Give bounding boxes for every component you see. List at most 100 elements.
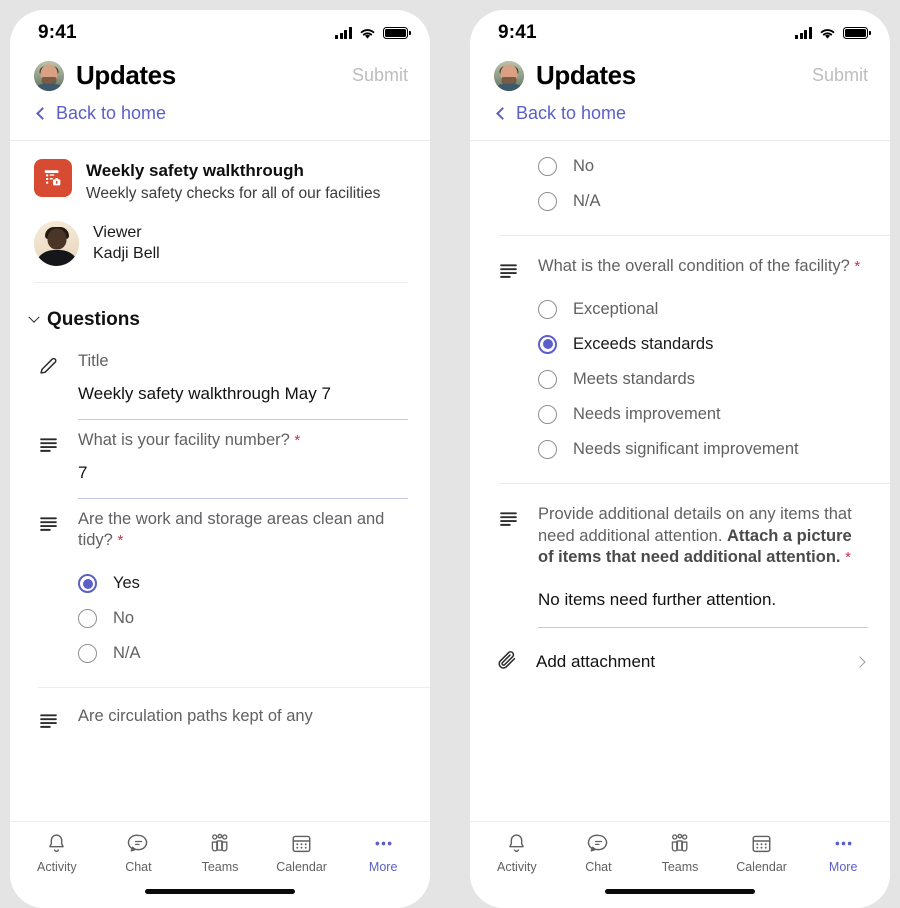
tab-calendar[interactable]: Calendar <box>261 831 343 874</box>
radio-option[interactable]: Exceptional <box>538 292 868 327</box>
radio-indicator[interactable] <box>538 299 557 319</box>
tab-more[interactable]: More <box>342 831 424 874</box>
radio-group[interactable]: Exceptional Exceeds standards Meets stan… <box>538 278 868 473</box>
radio-option[interactable]: Exceeds standards <box>538 327 868 362</box>
tab-activity[interactable]: Activity <box>476 831 558 874</box>
radio-option[interactable]: N/A <box>538 184 868 219</box>
teams-icon <box>207 831 232 855</box>
battery-icon <box>383 27 411 39</box>
radio-indicator[interactable] <box>78 644 97 664</box>
field-underline <box>78 418 408 420</box>
back-to-home-link[interactable]: Back to home <box>10 93 430 140</box>
forms-app-icon <box>34 159 72 197</box>
calendar-icon <box>750 831 773 855</box>
back-link-label: Back to home <box>56 103 167 123</box>
tab-calendar[interactable]: Calendar <box>721 831 803 874</box>
radio-option[interactable]: Meets standards <box>538 362 868 397</box>
question-answer[interactable]: 7 <box>78 452 408 498</box>
submit-button[interactable]: Submit <box>352 65 408 86</box>
user-avatar[interactable] <box>494 60 524 91</box>
tab-chat[interactable]: Chat <box>98 831 180 874</box>
radio-option[interactable]: N/A <box>78 636 408 671</box>
form-subtitle: Weekly safety checks for all of our faci… <box>86 185 381 203</box>
radio-option[interactable]: Needs significant improvement <box>538 432 868 467</box>
radio-option[interactable]: No <box>538 149 868 184</box>
bell-icon <box>505 831 528 855</box>
question-answer[interactable]: Weekly safety walkthrough May 7 <box>78 373 408 419</box>
text-lines-icon <box>38 706 62 736</box>
tab-label: Activity <box>497 860 537 874</box>
status-bar: 9:41 <box>10 10 430 56</box>
add-attachment-row[interactable]: Add attachment <box>470 628 890 696</box>
radio-indicator[interactable] <box>538 157 557 176</box>
phone-left: 9:41 Updates Submit Back to home Weekly … <box>10 10 430 908</box>
required-marker: * <box>845 549 851 567</box>
question-label: What is your facility number? * <box>78 430 408 452</box>
question-answer[interactable]: No items need further attention. <box>538 569 868 627</box>
radio-group[interactable]: Yes No N/A <box>78 552 408 677</box>
radio-indicator[interactable] <box>78 609 97 629</box>
radio-indicator[interactable] <box>538 334 557 354</box>
teams-icon <box>667 831 692 855</box>
questions-section-toggle[interactable]: Questions <box>10 291 430 341</box>
home-indicator-area <box>10 874 430 908</box>
home-indicator[interactable] <box>605 888 755 894</box>
add-attachment-label: Add attachment <box>536 652 656 672</box>
question-circulation-paths[interactable]: Are circulation paths kept of any <box>10 688 430 736</box>
question-partial-top[interactable]: No N/A <box>470 141 890 225</box>
tab-teams[interactable]: Teams <box>179 831 261 874</box>
text-lines-icon <box>38 430 62 460</box>
tab-activity[interactable]: Activity <box>16 831 98 874</box>
radio-label: No <box>113 609 135 628</box>
home-indicator[interactable] <box>145 888 295 894</box>
back-link-label: Back to home <box>516 103 627 123</box>
question-label-text: What is your facility number? <box>78 430 290 449</box>
tab-more[interactable]: More <box>802 831 884 874</box>
tab-teams[interactable]: Teams <box>639 831 721 874</box>
text-lines-icon <box>38 509 62 539</box>
question-additional-details[interactable]: Provide additional details on any items … <box>470 484 890 629</box>
tab-chat[interactable]: Chat <box>558 831 640 874</box>
question-overall-condition[interactable]: What is the overall condition of the fac… <box>470 236 890 473</box>
wifi-icon <box>820 28 835 39</box>
question-facility-number[interactable]: What is your facility number? * 7 <box>10 420 430 499</box>
tab-label: Chat <box>585 860 612 874</box>
required-marker: * <box>294 431 301 449</box>
back-to-home-link[interactable]: Back to home <box>470 93 890 140</box>
radio-indicator[interactable] <box>538 369 557 389</box>
phone-right: 9:41 Updates Submit Back to home No N/A … <box>470 10 890 908</box>
form-scroll-area[interactable]: No N/A What is the overall condition of … <box>470 141 890 821</box>
viewer-avatar <box>34 220 79 266</box>
question-clean-tidy[interactable]: Are the work and storage areas clean and… <box>10 499 430 678</box>
required-marker: * <box>854 258 861 275</box>
user-avatar[interactable] <box>34 60 64 91</box>
summary-divider <box>34 281 408 283</box>
radio-option[interactable]: No <box>78 601 408 636</box>
bottom-tab-bar[interactable]: Activity Chat Teams Calendar More <box>470 821 890 874</box>
status-bar: 9:41 <box>470 10 890 56</box>
chevron-down-icon <box>28 311 40 323</box>
paperclip-icon <box>496 648 520 676</box>
tab-label: Teams <box>201 860 239 874</box>
home-indicator-area <box>470 874 890 908</box>
submit-button[interactable]: Submit <box>812 65 868 86</box>
radio-indicator[interactable] <box>538 192 557 211</box>
radio-indicator[interactable] <box>538 439 557 459</box>
radio-label: No <box>573 157 595 175</box>
chat-icon <box>127 831 150 855</box>
question-label: Provide additional details on any items … <box>538 504 868 569</box>
battery-icon <box>843 27 871 39</box>
question-title[interactable]: Title Weekly safety walkthrough May 7 <box>10 341 430 420</box>
tab-label: Activity <box>37 860 77 874</box>
text-lines-icon <box>498 504 522 534</box>
status-icons <box>795 27 871 40</box>
radio-indicator[interactable] <box>78 574 97 594</box>
bottom-tab-bar[interactable]: Activity Chat Teams Calendar More <box>10 821 430 874</box>
radio-option[interactable]: Needs improvement <box>538 397 868 432</box>
radio-label: Yes <box>113 574 140 593</box>
radio-label: N/A <box>573 192 601 210</box>
radio-indicator[interactable] <box>538 404 557 424</box>
form-scroll-area[interactable]: Weekly safety walkthrough Weekly safety … <box>10 141 430 821</box>
radio-option[interactable]: Yes <box>78 566 408 601</box>
app-header: Updates Submit <box>10 56 430 93</box>
